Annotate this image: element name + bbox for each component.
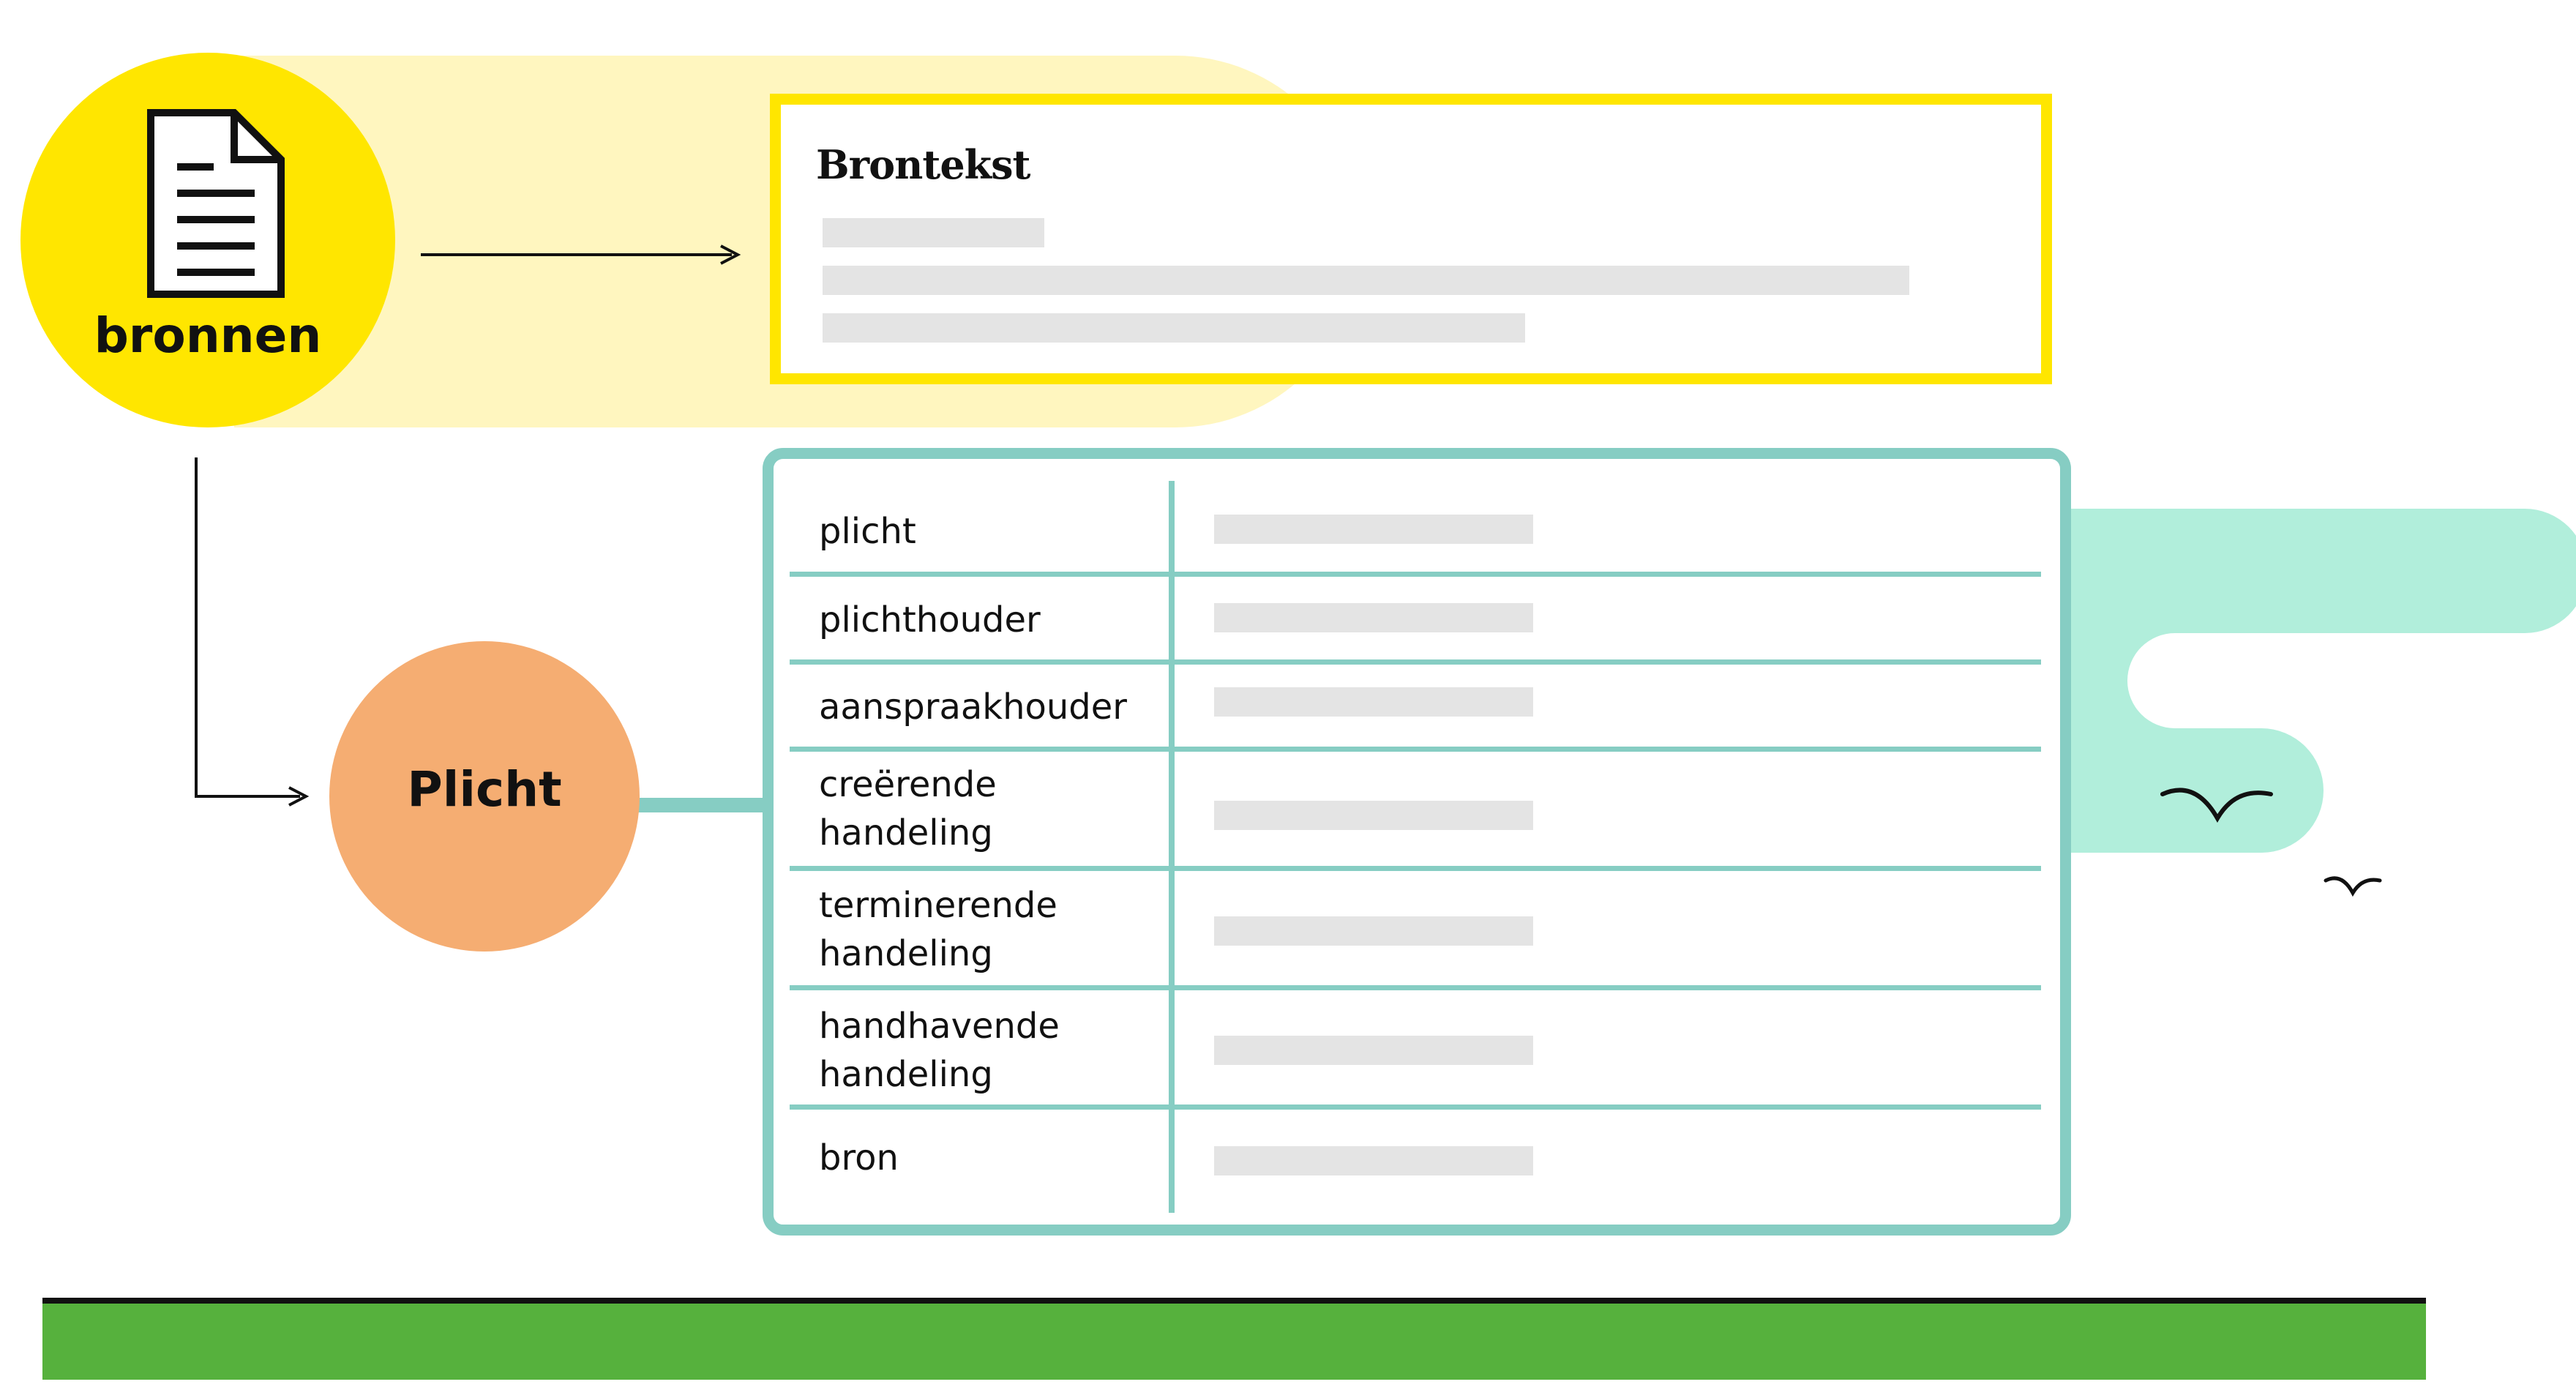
table-row: terminerende handeling [790, 871, 2041, 990]
row-label: bron [819, 1137, 899, 1178]
table-row: bron [790, 1110, 2041, 1212]
grass-bar [42, 1298, 2426, 1380]
value-placeholder [1214, 1146, 1533, 1175]
value-placeholder [1214, 801, 1533, 830]
document-icon [147, 109, 285, 298]
row-label: plichthouder [819, 599, 1041, 640]
source-to-plicht-arrow [195, 457, 310, 807]
table-row: plichthouder [790, 576, 2041, 665]
row-label: handhavende handeling [819, 1006, 1060, 1095]
row-divider [790, 1104, 2041, 1110]
row-label: aanspraakhouder [819, 687, 1128, 728]
plicht-connector [635, 798, 774, 812]
bird-icon [2324, 876, 2382, 897]
value-placeholder [1214, 687, 1533, 717]
table-row: handhavende handeling [790, 990, 2041, 1110]
row-label: creërende handeling [819, 764, 997, 853]
value-placeholder [1214, 603, 1533, 632]
table-row: plicht [790, 481, 2041, 577]
text-placeholder [823, 218, 1044, 247]
row-divider [790, 985, 2041, 990]
row-label: plicht [819, 511, 916, 552]
source-to-card-arrow [421, 244, 741, 265]
text-placeholder [823, 266, 1909, 295]
value-placeholder [1214, 515, 1533, 544]
value-placeholder [1214, 916, 1533, 946]
plicht-attribute-table: plicht plichthouder aanspraakhouder creë… [763, 448, 2071, 1236]
row-divider [790, 866, 2041, 871]
value-placeholder [1214, 1036, 1533, 1065]
text-placeholder [823, 313, 1525, 343]
table-row: aanspraakhouder [790, 664, 2041, 752]
source-label: bronnen [94, 307, 322, 364]
table-row: creërende handeling [790, 752, 2041, 871]
source-text-card: Brontekst [770, 94, 2052, 384]
row-label: terminerende handeling [819, 885, 1057, 974]
row-divider [790, 747, 2041, 752]
bird-icon [2160, 788, 2273, 823]
plicht-label: Plicht [407, 761, 562, 818]
source-card-title: Brontekst [816, 141, 1030, 188]
